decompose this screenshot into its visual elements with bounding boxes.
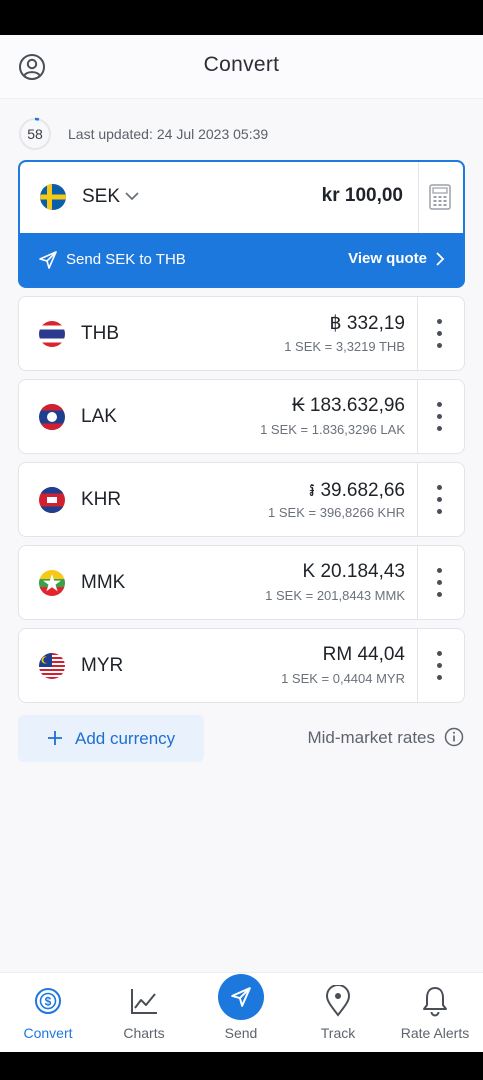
more-options-icon[interactable] [416, 380, 464, 453]
sweden-flag-icon [40, 184, 66, 210]
nav-convert[interactable]: $ Convert [0, 973, 96, 1052]
chevron-down-icon[interactable] [124, 190, 140, 202]
top-bar: Convert [0, 35, 483, 99]
currency-code: KHR [81, 489, 122, 510]
page-title: Convert [203, 53, 280, 76]
more-options-icon[interactable] [416, 463, 464, 536]
chevron-right-icon [436, 252, 445, 266]
base-currency-code[interactable]: SEK [82, 186, 120, 208]
add-currency-button[interactable]: Add currency [18, 715, 204, 762]
calculator-icon[interactable] [429, 184, 451, 210]
thailand-flag-icon [39, 321, 65, 347]
base-amount[interactable]: kr 100,00 [322, 185, 403, 207]
converted-amount: RM 44,04 [322, 644, 405, 665]
paper-plane-icon [231, 987, 251, 1007]
exchange-rate: 1 SEK = 201,8443 MMK [265, 588, 405, 603]
view-quote-link[interactable]: View quote [348, 250, 427, 267]
svg-text:$: $ [45, 995, 52, 1009]
more-options-icon[interactable] [416, 546, 464, 619]
bottom-navigation: $ Convert Charts Send Track Rate Alerts [0, 972, 483, 1052]
bell-icon [423, 987, 447, 1017]
currency-row-khr[interactable]: KHR ៛ 39.682,66 1 SEK = 396,8266 KHR [18, 462, 465, 537]
send-money-bar[interactable]: Send SEK to THB View quote [20, 233, 463, 286]
currency-row-mmk[interactable]: MMK K 20.184,43 1 SEK = 201,8443 MMK [18, 545, 465, 620]
location-pin-icon [325, 985, 351, 1017]
currency-row-thb[interactable]: THB ฿ 332,19 1 SEK = 3,3219 THB [18, 296, 465, 371]
laos-flag-icon [39, 404, 65, 430]
currency-row-lak[interactable]: LAK ₭ 183.632,96 1 SEK = 1.836,3296 LAK [18, 379, 465, 454]
chart-icon [131, 989, 157, 1014]
converted-amount: ₭ 183.632,96 [291, 395, 405, 416]
last-updated-value: 24 Jul 2023 05:39 [156, 126, 269, 142]
info-icon[interactable] [444, 727, 464, 747]
currency-code: MMK [81, 572, 126, 593]
plus-icon [48, 731, 62, 745]
send-fab[interactable] [218, 974, 264, 1020]
paper-plane-icon [39, 251, 57, 269]
divider [418, 162, 419, 233]
currency-code: LAK [81, 406, 117, 427]
currency-code: THB [81, 323, 119, 344]
base-currency-input[interactable]: SEK kr 100,00 [20, 162, 463, 233]
nav-label: Rate Alerts [400, 1025, 470, 1041]
refresh-countdown: 58 [18, 117, 52, 151]
cambodia-flag-icon [39, 487, 65, 513]
base-currency-card: SEK kr 100,00 Send SEK to THB View quote [18, 160, 465, 288]
converted-amount: ៛ 39.682,66 [309, 480, 405, 501]
nav-label: Charts [123, 1025, 165, 1041]
last-updated-row: 58 Last updated: 24 Jul 2023 05:39 [18, 117, 458, 151]
app-screen: Convert 58 Last updated: 24 Jul 2023 05:3… [0, 35, 483, 1052]
currency-code: MYR [81, 655, 124, 676]
nav-label: Track [320, 1025, 356, 1041]
converted-amount: K 20.184,43 [302, 561, 405, 582]
mid-market-rates-label: Mid-market rates [307, 728, 435, 747]
exchange-rate: 1 SEK = 1.836,3296 LAK [260, 422, 405, 437]
myanmar-flag-icon [39, 570, 65, 596]
nav-track[interactable]: Track [290, 973, 386, 1052]
exchange-rate: 1 SEK = 3,3219 THB [284, 339, 405, 354]
last-updated-label: Last updated: [68, 126, 153, 142]
currency-row-myr[interactable]: MYR RM 44,04 1 SEK = 0,4404 MYR [18, 628, 465, 703]
malaysia-flag-icon [39, 653, 65, 679]
nav-send[interactable]: Send [193, 973, 289, 1052]
converted-amount: ฿ 332,19 [329, 313, 405, 334]
countdown-value: 58 [27, 126, 43, 142]
exchange-rate: 1 SEK = 0,4404 MYR [281, 671, 405, 686]
send-label: Send SEK to THB [66, 251, 186, 268]
last-updated-text: Last updated: 24 Jul 2023 05:39 [68, 126, 268, 142]
add-currency-label: Add currency [75, 729, 176, 748]
nav-charts[interactable]: Charts [96, 973, 192, 1052]
more-options-icon[interactable] [416, 629, 464, 702]
nav-rate-alerts[interactable]: Rate Alerts [387, 973, 483, 1052]
nav-label: Convert [23, 1025, 73, 1041]
more-options-icon[interactable] [416, 297, 464, 370]
nav-label: Send [224, 1025, 258, 1041]
convert-icon: $ [35, 988, 61, 1014]
exchange-rate: 1 SEK = 396,8266 KHR [268, 505, 405, 520]
